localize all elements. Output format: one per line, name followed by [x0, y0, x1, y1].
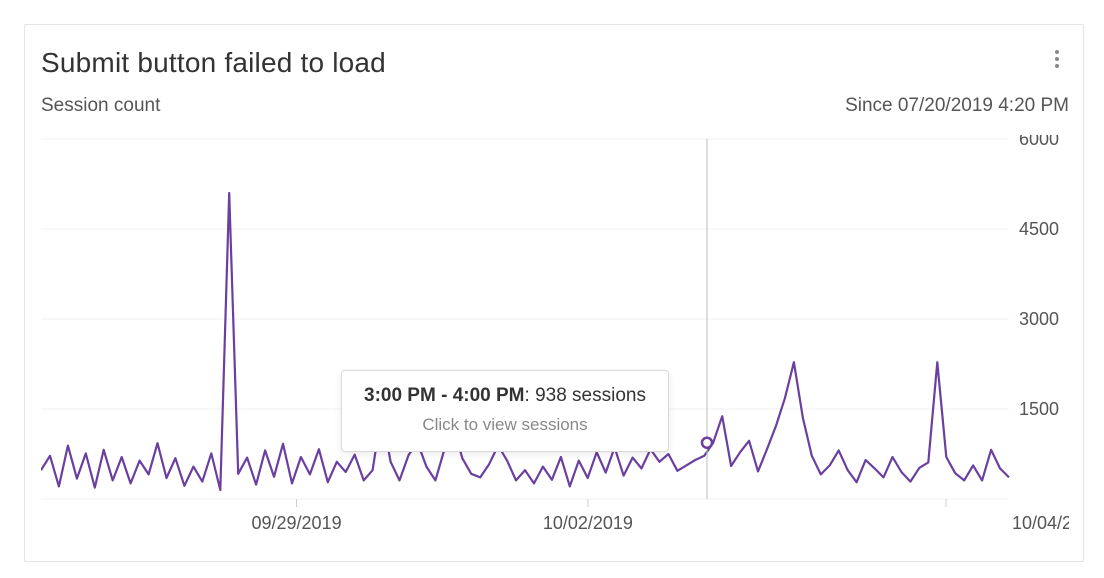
card-title: Submit button failed to load [41, 47, 386, 79]
tooltip-value: 938 sessions [535, 385, 646, 406]
x-tick-label: 10/04/2019 [1012, 513, 1069, 533]
y-tick-label: 1500 [1019, 399, 1059, 419]
more-options-icon[interactable] [1045, 47, 1069, 71]
x-tick-label: 09/29/2019 [252, 513, 342, 533]
tooltip-sub: Click to view sessions [364, 415, 646, 435]
chart-card: Submit button failed to load Session cou… [24, 24, 1084, 562]
time-range-label: Since 07/20/2019 4:20 PM [845, 95, 1069, 117]
y-tick-label: 6000 [1019, 135, 1059, 149]
hover-point [702, 438, 712, 448]
chart-area[interactable]: 1500 3000 4500 6000 09/29/2019 10/02/2019 10/0… [41, 135, 1069, 555]
x-tick-label: 10/02/2019 [543, 513, 633, 533]
line-chart-svg[interactable]: 1500 3000 4500 6000 09/29/2019 10/02/2019 10/0… [41, 135, 1069, 555]
tooltip-time: 3:00 PM - 4:00 PM [364, 385, 525, 406]
subtitle-row: Session count Since 07/20/2019 4:20 PM [41, 95, 1069, 117]
y-tick-label: 3000 [1019, 309, 1059, 329]
y-axis-label: Session count [41, 95, 160, 117]
y-tick-label: 4500 [1019, 219, 1059, 239]
tooltip-title: 3:00 PM - 4:00 PM: 938 sessions [364, 385, 646, 407]
chart-tooltip[interactable]: 3:00 PM - 4:00 PM: 938 sessions Click to… [341, 370, 669, 452]
